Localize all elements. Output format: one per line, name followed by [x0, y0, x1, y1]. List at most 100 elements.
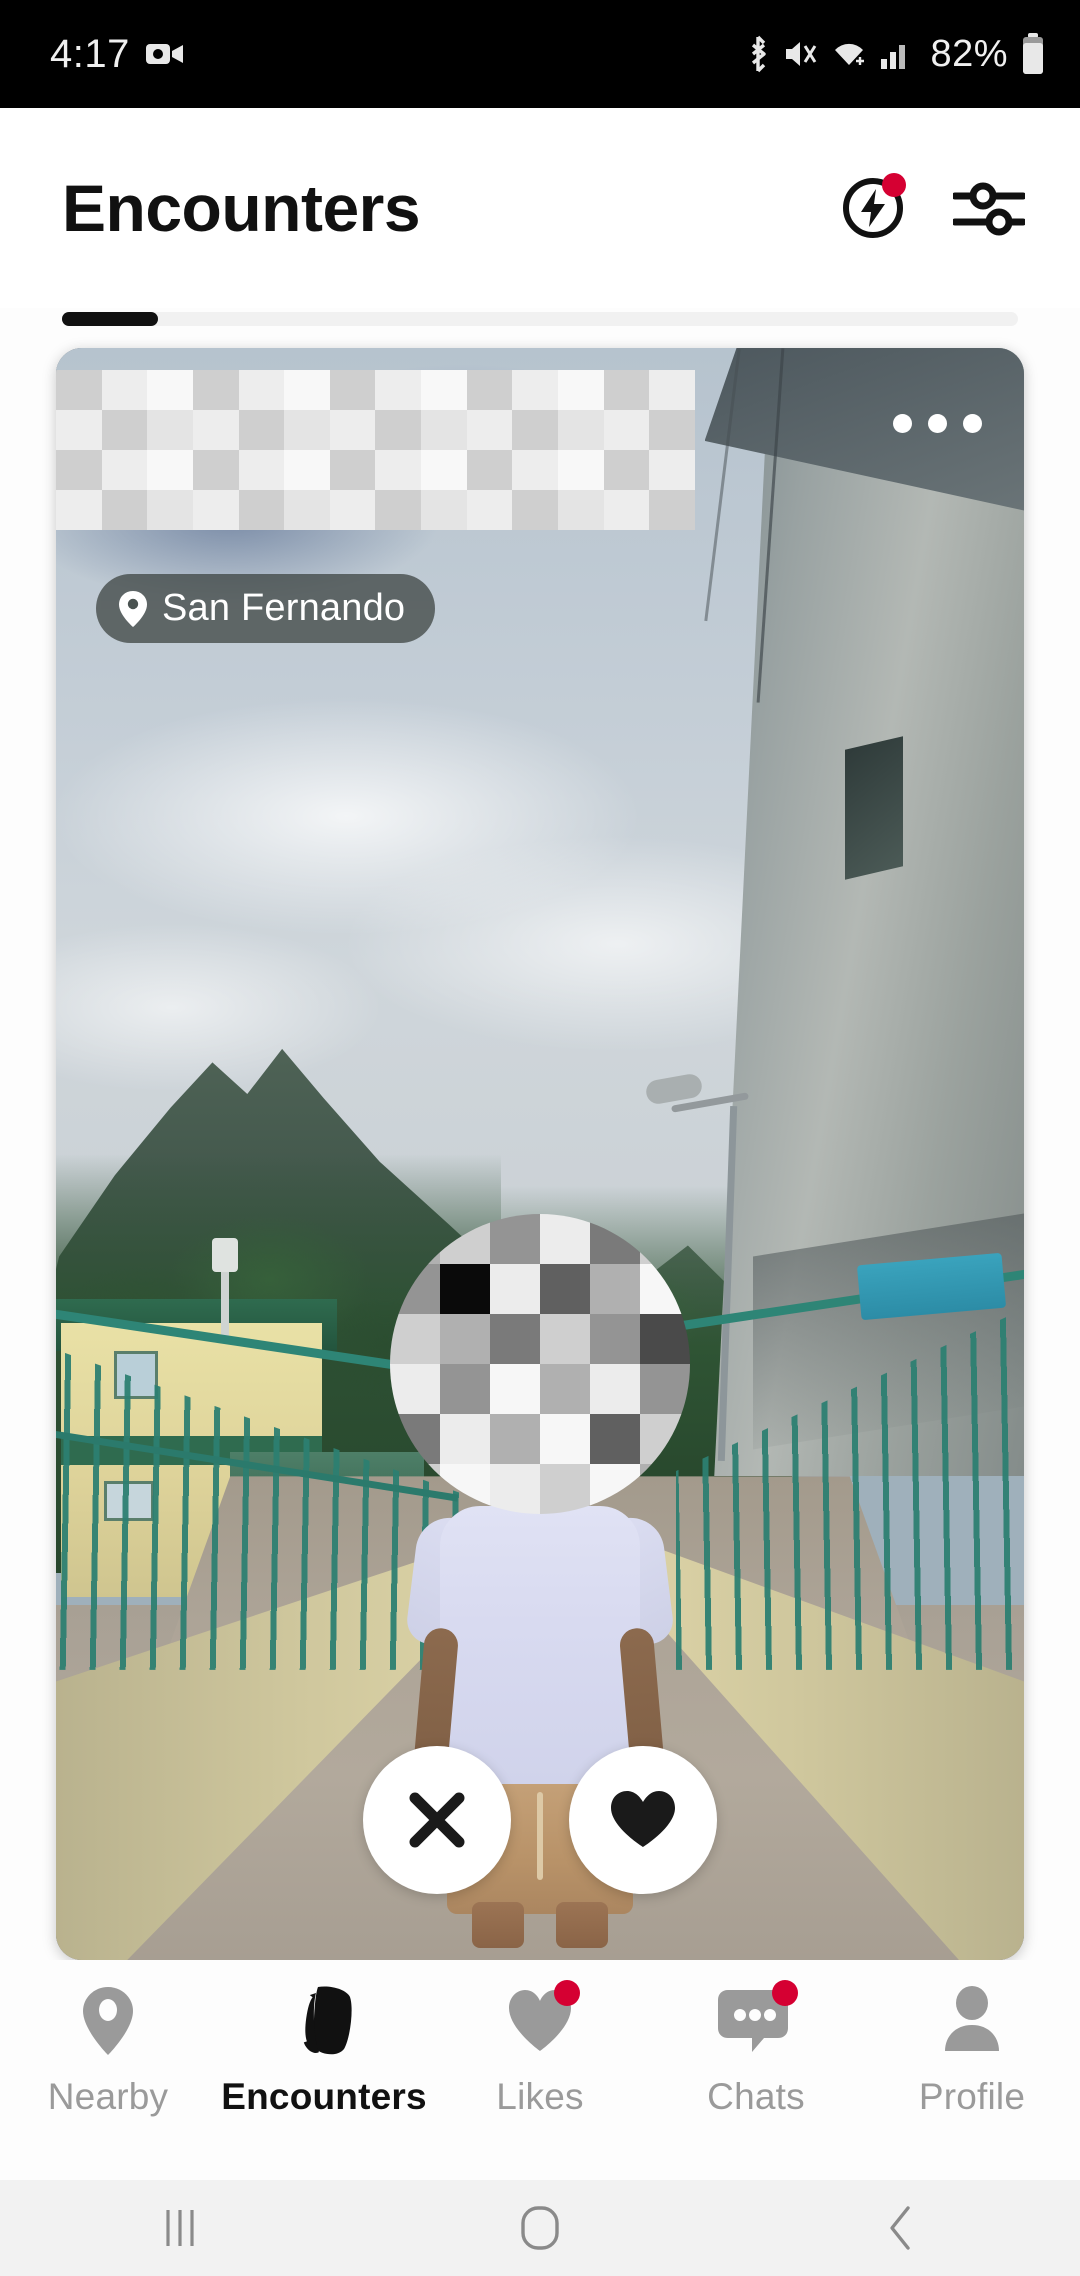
status-bar-left: 4:17: [50, 32, 184, 77]
person-icon: [941, 1982, 1003, 2060]
mosaic-tile: [590, 1363, 640, 1414]
mosaic-tile: [440, 1413, 490, 1464]
sliders-filter-icon: [951, 177, 1027, 239]
mosaic-tile: [603, 450, 650, 490]
video-camera-icon: [145, 40, 184, 68]
mosaic-tile: [557, 370, 604, 410]
mosaic-tile: [640, 1313, 690, 1364]
recents-button[interactable]: [100, 2180, 260, 2276]
mosaic-tile: [238, 370, 285, 410]
mosaic-tile: [390, 1363, 440, 1414]
face-mosaic-censor: [390, 1213, 690, 1514]
status-bar: 4:17 82%: [0, 0, 1080, 108]
mosaic-tile: [466, 450, 513, 490]
mosaic-tile: [490, 1463, 540, 1514]
building-window: [845, 736, 903, 880]
house-water-tank: [211, 1237, 238, 1272]
mosaic-tile: [390, 1313, 440, 1364]
mosaic-tile: [490, 1363, 540, 1414]
mosaic-tile: [101, 370, 148, 410]
likes-badge: [554, 1980, 580, 2006]
mosaic-tile: [284, 490, 330, 530]
mosaic-tile: [375, 410, 422, 450]
nav-label-encounters: Encounters: [221, 2076, 427, 2117]
nav-item-encounters[interactable]: Encounters: [221, 1982, 427, 2118]
mosaic-tile: [466, 490, 513, 530]
mosaic-tile: [590, 1263, 640, 1314]
nav-item-likes[interactable]: Likes: [440, 1980, 640, 2118]
bottom-navigation: Nearby Encounters Likes Chats Profile: [0, 1960, 1080, 2180]
top-banner-mosaic-censor: [56, 370, 695, 530]
mosaic-tile: [421, 490, 467, 530]
map-pin-icon: [118, 590, 148, 628]
card-menu-button[interactable]: [893, 414, 982, 433]
three-dots-icon-dot-3: [963, 414, 982, 433]
mosaic-tile: [192, 410, 239, 450]
leg-right: [556, 1901, 608, 1948]
map-pin-icon: [80, 1982, 136, 2060]
mosaic-tile: [440, 1263, 490, 1314]
mosaic-tile: [590, 1413, 640, 1464]
stacked-cards-icon: [288, 1982, 360, 2060]
app-header: Encounters: [0, 108, 1080, 308]
mosaic-tile: [56, 490, 102, 530]
mosaic-tile: [640, 1363, 690, 1414]
story-progress-track[interactable]: [62, 312, 1018, 326]
mosaic-tile: [540, 1463, 590, 1514]
nav-item-nearby[interactable]: Nearby: [8, 1982, 208, 2118]
nav-item-profile[interactable]: Profile: [872, 1982, 1072, 2118]
system-navigation-bar: [0, 2180, 1080, 2276]
mosaic-tile: [101, 410, 148, 450]
boost-badge: [882, 173, 906, 197]
mosaic-tile: [284, 410, 330, 450]
mosaic-tile: [603, 490, 650, 530]
mosaic-tile: [490, 1313, 540, 1364]
mosaic-tile: [512, 450, 558, 490]
leg-left: [472, 1901, 524, 1948]
mosaic-tile: [147, 450, 193, 490]
mosaic-tile: [649, 490, 695, 530]
mosaic-tile: [147, 490, 193, 530]
mosaic-tile: [466, 370, 513, 410]
mosaic-tile: [375, 490, 422, 530]
chat-bubble-icon: [718, 1980, 798, 2060]
mosaic-tile: [192, 450, 239, 490]
page-title: Encounters: [62, 171, 421, 245]
mosaic-tile: [557, 410, 604, 450]
back-button[interactable]: [820, 2180, 980, 2276]
mosaic-tile: [603, 410, 650, 450]
mosaic-tile: [490, 1413, 540, 1464]
x-close-icon: [406, 1789, 468, 1851]
mosaic-tile: [101, 450, 148, 490]
nav-item-chats[interactable]: Chats: [656, 1980, 856, 2118]
mosaic-tile: [540, 1363, 590, 1414]
mosaic-tile: [512, 490, 558, 530]
app-root: 4:17 82% Encounters San Fernando Nearby …: [0, 0, 1080, 2276]
mosaic-tile: [512, 410, 558, 450]
mosaic-tile: [375, 450, 422, 490]
mosaic-tile: [649, 450, 695, 490]
mosaic-tile: [56, 370, 102, 410]
mosaic-tile: [375, 370, 422, 410]
nav-label-likes: Likes: [496, 2076, 584, 2117]
card-actions: [363, 1746, 717, 1894]
boost-button[interactable]: [836, 171, 910, 245]
mosaic-tile: [421, 450, 467, 490]
cell-signal-icon: [880, 38, 914, 70]
mosaic-tile: [329, 370, 376, 410]
encounter-card[interactable]: San Fernando: [56, 348, 1024, 1960]
mute-icon: [784, 36, 818, 72]
mosaic-tile: [590, 1313, 640, 1364]
filter-button[interactable]: [951, 171, 1027, 245]
mosaic-tile: [238, 410, 285, 450]
home-button[interactable]: [460, 2180, 620, 2276]
pass-button[interactable]: [363, 1746, 511, 1894]
mosaic-tile: [284, 450, 330, 490]
location-badge: San Fernando: [96, 574, 436, 643]
nav-label-nearby: Nearby: [47, 2076, 169, 2117]
heart-icon: [609, 1789, 677, 1851]
mosaic-tile: [56, 450, 102, 490]
like-button[interactable]: [569, 1746, 717, 1894]
mosaic-tile: [329, 410, 376, 450]
battery-icon: [1020, 33, 1046, 75]
